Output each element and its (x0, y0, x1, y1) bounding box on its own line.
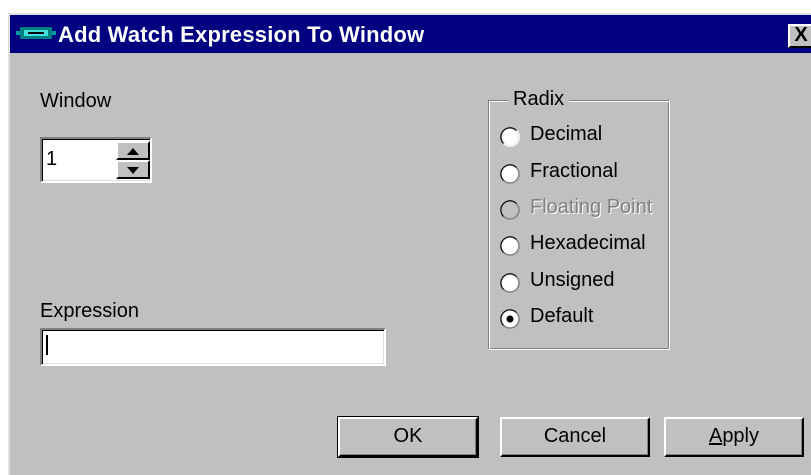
radio-label: Floating Point (530, 196, 653, 218)
cancel-button[interactable]: Cancel (500, 417, 650, 457)
radio-label: Default (530, 305, 594, 327)
radio-label: Unsigned (530, 269, 615, 291)
spin-up-button[interactable] (116, 141, 150, 160)
radio-selected-icon[interactable] (500, 309, 520, 329)
arrow-up-icon (127, 148, 139, 155)
spin-down-button[interactable] (116, 160, 150, 179)
radio-icon[interactable] (500, 164, 520, 184)
apply-button[interactable]: Apply (664, 417, 804, 457)
radio-label: Hexadecimal (530, 232, 646, 254)
expression-label: Expression (40, 300, 139, 322)
radio-icon[interactable] (500, 127, 520, 147)
add-watch-dialog: Add Watch Expression To Window X (8, 13, 811, 475)
window-label: Window (40, 90, 112, 112)
radix-group-title: Radix (508, 88, 570, 111)
radio-icon (500, 200, 520, 220)
arrow-down-icon (127, 167, 139, 174)
text-caret (46, 335, 48, 355)
ok-button[interactable]: OK (337, 416, 479, 458)
radio-icon[interactable] (500, 236, 520, 256)
window-value[interactable]: 1 (46, 148, 57, 171)
expression-input[interactable] (40, 328, 386, 366)
radio-label: Fractional (530, 160, 618, 182)
radio-label: Decimal (530, 123, 603, 145)
dialog-title: Add Watch Expression To Window (58, 22, 425, 47)
close-button[interactable]: X (788, 24, 811, 48)
window-spin-buttons[interactable] (116, 141, 150, 179)
radio-icon[interactable] (500, 273, 520, 293)
app-icon (16, 27, 56, 39)
title-bar[interactable]: Add Watch Expression To Window X (10, 15, 811, 53)
close-icon: X (794, 24, 808, 46)
